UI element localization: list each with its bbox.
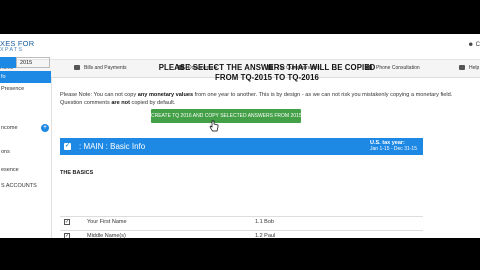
section-checkbox[interactable]: ✓ (64, 143, 71, 150)
video-frame: XES FOR XPATS ☻ C Home Bills and Payment… (0, 0, 480, 270)
sidebar (0, 78, 52, 238)
note-part3: copied by default. (129, 100, 176, 106)
section-header-bar[interactable]: ✓ : MAIN : Basic Info U.S. tax year: Jan… (60, 138, 423, 155)
sidebar-item-presence[interactable]: Presence (0, 83, 51, 95)
row-value: 1.1 Bob (255, 219, 274, 225)
note-part1: Please Note: You can not copy (60, 92, 138, 98)
section-title: : MAIN : Basic Info (79, 142, 146, 151)
copy-note: Please Note: You can not copy any moneta… (60, 91, 470, 107)
create-and-copy-button[interactable]: CREATE TQ 2016 AND COPY SELECTED ANSWERS… (151, 109, 302, 123)
sidebar-item-accounts[interactable]: S ACCOUNTS (0, 180, 51, 192)
sidebar-item-residence[interactable]: esence (0, 164, 51, 176)
user-icon: ☻ (467, 42, 474, 48)
note-bold2: are not (111, 100, 130, 106)
year-selector-accent (0, 57, 16, 68)
page-title-line1: PLEASE SELECT THE ANSWERS THAT WILL BE C… (158, 63, 376, 72)
basics-heading: THE BASICS (60, 170, 94, 176)
row-checkbox[interactable]: ✓ (64, 219, 70, 225)
site-header: XES FOR XPATS ☻ C (0, 34, 480, 60)
letterbox-bottom (0, 238, 480, 270)
add-icon[interactable]: + (41, 124, 49, 132)
hand-cursor-icon (209, 120, 219, 132)
user-menu[interactable]: ☻ C (468, 42, 480, 48)
tax-year-range: Jan 1-15 - Dec 31-15 (370, 146, 417, 152)
page-title-line2: FROM TQ-2015 TO TQ-2016 (215, 73, 319, 82)
user-initial: C (475, 42, 480, 48)
table-row: ✓ Your First Name 1.1 Bob (60, 216, 423, 227)
sidebar-item-basic-info[interactable]: fo (0, 71, 51, 83)
year-select[interactable]: 2015 (16, 57, 50, 68)
logo[interactable]: XES FOR XPATS (0, 40, 34, 53)
year-selector[interactable]: 2015 (0, 57, 50, 68)
sidebar-item-deductions[interactable]: ons (0, 146, 51, 158)
row-label: Your First Name (87, 219, 127, 225)
tax-year-info: U.S. tax year: Jan 1-15 - Dec 31-15 (370, 140, 417, 152)
note-bold1: any monetary values (137, 92, 194, 98)
